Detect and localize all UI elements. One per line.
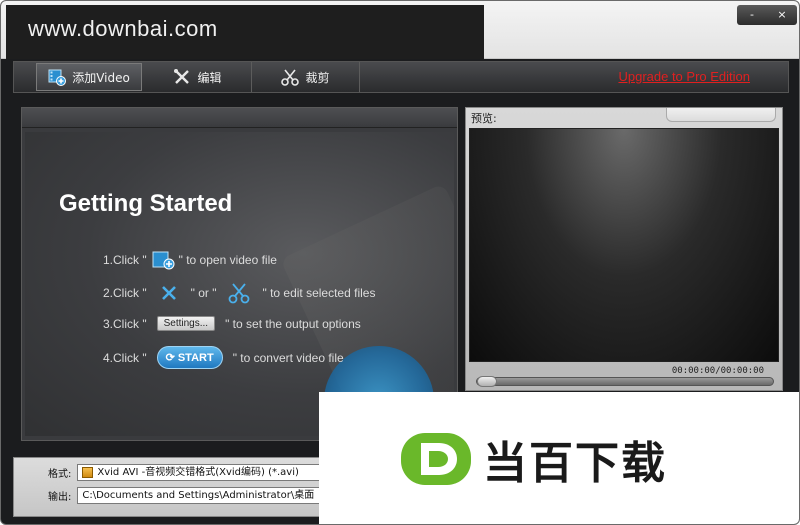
- edit-tools-icon: [173, 68, 191, 86]
- step-4-suffix: " to convert video file: [232, 350, 344, 365]
- step-1-prefix: 1.Click ": [103, 253, 147, 267]
- scissors-icon: [228, 282, 250, 304]
- format-file-icon: [82, 467, 94, 478]
- start-sample-label: START: [177, 351, 214, 364]
- getting-started-area: Getting Started 1.Click " " to open vide…: [25, 132, 454, 436]
- add-video-icon: [48, 68, 67, 86]
- window-controls: - ×: [737, 5, 797, 25]
- edit-label: 编辑: [197, 70, 222, 85]
- timecode: 00:00:00/00:00:00: [671, 366, 764, 376]
- settings-sample-button: Settings...: [156, 316, 216, 331]
- format-label: 格式:: [48, 469, 72, 480]
- preview-panel: 预览: 00:00:00/00:00:00: [465, 107, 783, 391]
- trim-label: 裁剪: [305, 70, 330, 85]
- close-button[interactable]: ×: [767, 5, 797, 25]
- add-video-button[interactable]: 添加Video: [36, 63, 142, 91]
- edit-button[interactable]: 编辑: [144, 62, 252, 92]
- step-1-suffix: " to open video file: [178, 253, 277, 267]
- file-list-header: [22, 108, 457, 128]
- main-toolbar: 添加Video 编辑 裁剪 Upgrade to Pro Edition: [13, 61, 789, 93]
- format-value: Xvid AVI -音视频交错格式(Xvid编码) (*.avi): [97, 467, 299, 478]
- output-path-value: C:\Documents and Settings\Administrator\…: [82, 490, 315, 501]
- getting-started-title: Getting Started: [59, 190, 233, 217]
- trim-button[interactable]: 裁剪: [252, 62, 360, 92]
- step-4-prefix: 4.Click ": [103, 350, 147, 365]
- step-2-suffix: " to edit selected files: [262, 286, 376, 300]
- getting-started-panel: Getting Started 1.Click " " to open vide…: [21, 107, 458, 441]
- add-video-label: 添加Video: [72, 70, 130, 85]
- preview-screen: [469, 128, 779, 362]
- minimize-button[interactable]: -: [737, 5, 767, 25]
- add-video-icon: [151, 250, 175, 270]
- edit-tools-icon: [159, 283, 179, 303]
- start-sample-button: ⟳ START: [156, 346, 223, 369]
- brand-watermark: 当百下载: [319, 392, 799, 524]
- step-2-middle: " or ": [190, 286, 217, 300]
- step-3: 3.Click " Settings... " to set the outpu…: [103, 316, 361, 331]
- step-1: 1.Click " " to open video file: [103, 250, 277, 270]
- watermark-url: www.downbai.com: [6, 5, 484, 59]
- app-window: - × www.downbai.com 添加Video 编辑 裁剪 Upgrad…: [0, 0, 800, 525]
- step-4: 4.Click " ⟳ START " to convert video fil…: [103, 346, 344, 369]
- step-2: 2.Click " " or " " to edit selected file…: [103, 282, 375, 304]
- upgrade-pro-link[interactable]: Upgrade to Pro Edition: [618, 69, 750, 84]
- preview-label: 预览:: [471, 112, 497, 125]
- seek-bar[interactable]: [476, 376, 774, 387]
- refresh-icon: ⟳: [165, 352, 175, 364]
- step-2-prefix: 2.Click ": [103, 286, 147, 300]
- preview-tab: [666, 108, 776, 122]
- brand-logo-icon: [399, 431, 473, 487]
- seek-thumb[interactable]: [477, 376, 497, 387]
- scissors-icon: [281, 68, 300, 86]
- step-3-suffix: " to set the output options: [225, 316, 361, 331]
- brand-text: 当百下载: [483, 438, 667, 489]
- step-3-prefix: 3.Click ": [103, 316, 147, 331]
- output-path-label: 输出:: [48, 492, 72, 503]
